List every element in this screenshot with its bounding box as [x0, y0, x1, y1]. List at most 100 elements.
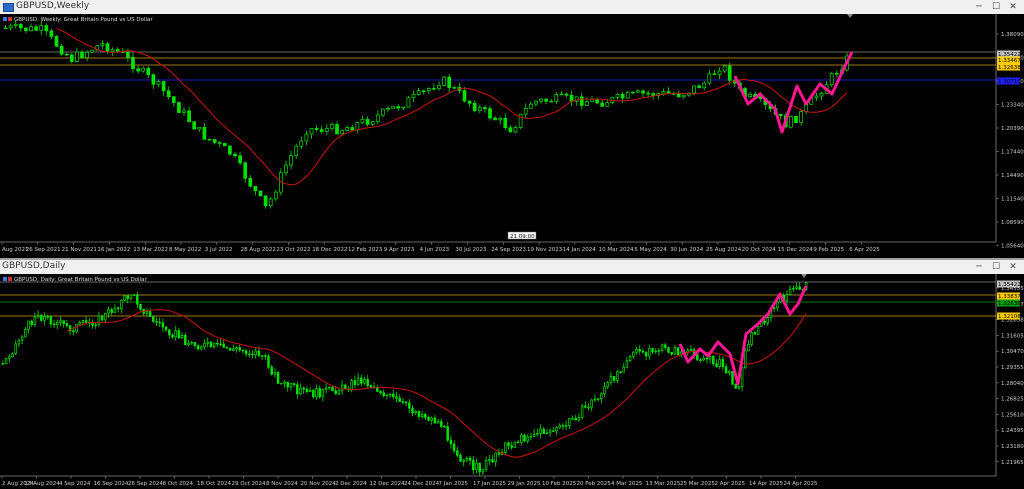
- candle-body: [268, 198, 273, 207]
- candle-body: [795, 286, 798, 289]
- price-tick-label: 1.08590: [1001, 220, 1024, 226]
- maximize-button[interactable]: ☐: [989, 1, 1003, 13]
- candle-body: [702, 357, 705, 361]
- candle-body: [484, 459, 488, 470]
- candle-body: [605, 102, 610, 107]
- time-tick-label: 26 Sep 2021: [26, 247, 61, 253]
- candle-body: [712, 73, 717, 75]
- candle-body: [43, 316, 46, 321]
- candle-body: [731, 371, 734, 385]
- candle-body: [433, 417, 437, 424]
- candle-body: [603, 386, 606, 395]
- candle-body: [507, 442, 510, 447]
- candle-body: [36, 314, 40, 318]
- minimize-button[interactable]: ─: [972, 261, 986, 273]
- candle-body: [528, 103, 533, 109]
- candle-body: [548, 430, 552, 434]
- candle-body: [248, 353, 251, 356]
- time-tick-label: 13 Aug 2024: [25, 481, 61, 487]
- candle-body: [717, 70, 722, 75]
- candle-body: [475, 462, 478, 470]
- price-badge-label: 1.33467: [998, 58, 1021, 64]
- time-tick-label: 21 Nov 2021: [62, 247, 97, 253]
- candle-body: [97, 315, 101, 325]
- candle-body: [571, 418, 574, 420]
- candle-body: [80, 51, 84, 58]
- candle-body: [155, 321, 158, 323]
- candle-body: [328, 386, 331, 389]
- candle-body: [416, 90, 421, 95]
- candle-body: [319, 129, 324, 132]
- daily-chart-window: GBPUSD,Daily ─ ☐ ✕ 1.345551.338371.32638…: [0, 260, 1024, 489]
- candle-body: [699, 359, 702, 362]
- candle-body: [539, 98, 543, 102]
- candle-body: [561, 425, 565, 427]
- close-button[interactable]: ✕: [1006, 1, 1020, 13]
- price-tick-label: 1.38090: [1001, 32, 1024, 38]
- candle-body: [110, 309, 113, 313]
- candle-body: [436, 421, 440, 424]
- time-tick-label: 8 Oct 2024: [163, 481, 194, 487]
- candle-body: [406, 97, 411, 108]
- candle-body: [244, 350, 248, 355]
- candle-body: [110, 49, 115, 52]
- candle-body: [8, 25, 13, 29]
- candle-body: [452, 443, 456, 452]
- close-button[interactable]: ✕: [1006, 261, 1020, 273]
- candle-body: [334, 390, 337, 395]
- candle-body: [681, 94, 686, 98]
- candle-body: [625, 360, 629, 368]
- candle-body: [3, 27, 8, 30]
- price-tick-label: 1.17440: [1001, 150, 1024, 156]
- candle-body: [493, 117, 497, 121]
- candle-body: [539, 428, 542, 434]
- time-tick-label: Aug 2021: [2, 247, 29, 253]
- candle-body: [54, 36, 59, 47]
- candle-body: [376, 387, 379, 392]
- candle-body: [442, 76, 446, 86]
- candle-body: [369, 385, 373, 388]
- candle-body: [308, 389, 312, 392]
- time-tick-label: 28 Aug 2022: [241, 247, 276, 253]
- time-tick-label: 3 Jul 2022: [205, 247, 233, 253]
- candle-body: [363, 379, 366, 384]
- candle-body: [648, 348, 651, 357]
- candle-body: [131, 56, 135, 70]
- candle-body: [168, 329, 171, 336]
- candle-body: [829, 73, 834, 86]
- candle-body: [523, 107, 528, 115]
- time-tick-label: 15 Dec 2024: [778, 247, 814, 253]
- candle-body: [549, 100, 554, 103]
- candle-body: [404, 401, 408, 404]
- chart-flag-icon: [3, 277, 7, 281]
- weekly-titlebar[interactable]: GBPUSD,Weekly ─ ☐ ✕: [0, 0, 1024, 15]
- candle-body: [324, 128, 329, 132]
- candle-body: [577, 417, 581, 421]
- candle-body: [472, 102, 477, 111]
- candle-body: [260, 355, 264, 357]
- candle-body: [574, 418, 577, 421]
- price-tick-label: 1.20390: [1001, 126, 1024, 132]
- minimize-button[interactable]: ─: [972, 1, 986, 13]
- candle-body: [151, 74, 156, 85]
- candle-body: [593, 398, 597, 401]
- maximize-button[interactable]: ☐: [989, 261, 1003, 273]
- daily-titlebar[interactable]: GBPUSD,Daily ─ ☐ ✕: [0, 260, 1024, 275]
- candle-body: [756, 325, 760, 335]
- candle-body: [465, 457, 469, 461]
- candle-body: [722, 65, 727, 72]
- daily-price-chart[interactable]: 1.345551.338371.326381.316051.304701.293…: [0, 274, 1024, 489]
- candle-body: [564, 93, 569, 96]
- weekly-price-chart[interactable]: 1.380901.293401.265901.233401.203901.174…: [0, 14, 1024, 258]
- candle-body: [120, 300, 123, 310]
- time-tick-label: 16 Jan 2022: [97, 247, 130, 253]
- candle-body: [315, 388, 318, 398]
- candle-body: [558, 425, 561, 429]
- candle-body: [192, 121, 197, 130]
- candle-body: [532, 433, 536, 437]
- time-tick-label: 13 Mar 2022: [133, 247, 168, 253]
- candle-body: [49, 316, 53, 325]
- candle-body: [559, 93, 564, 96]
- candle-body: [161, 81, 166, 92]
- time-tick-label: 5 May 2024: [634, 247, 667, 253]
